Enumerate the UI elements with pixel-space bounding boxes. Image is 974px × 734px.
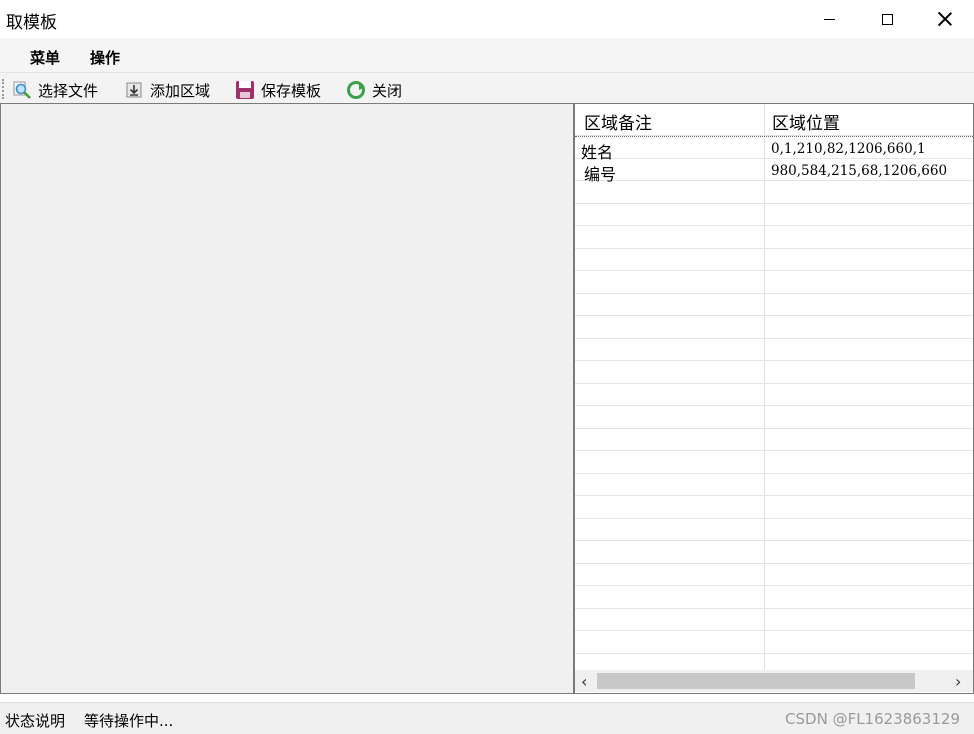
empty-row bbox=[575, 429, 973, 451]
status-bar: 状态说明 等待操作中... CSDN @FL1623863129 bbox=[0, 702, 974, 734]
empty-row bbox=[575, 249, 973, 271]
search-icon bbox=[12, 80, 32, 100]
header-region-position[interactable]: 区域位置 bbox=[772, 109, 840, 134]
cell-region-position[interactable]: 0,1,210,82,1206,660,1 bbox=[771, 141, 926, 157]
table-row[interactable]: 编号 980,584,215,68,1206,660 bbox=[575, 159, 973, 184]
empty-row bbox=[575, 384, 973, 406]
empty-row bbox=[575, 496, 973, 519]
menu-item-operations[interactable]: 操作 bbox=[90, 47, 120, 68]
save-icon bbox=[235, 80, 255, 100]
cell-region-position[interactable]: 980,584,215,68,1206,660 bbox=[771, 163, 947, 179]
empty-row bbox=[575, 519, 973, 541]
empty-row bbox=[575, 361, 973, 384]
region-table[interactable]: 区域备注 区域位置 姓名 0,1,210,82,1206,660,1 编号 98… bbox=[573, 103, 974, 694]
header-region-note[interactable]: 区域备注 bbox=[584, 109, 652, 134]
add-region-icon bbox=[124, 80, 144, 100]
add-region-button[interactable]: 添加区域 bbox=[124, 79, 210, 101]
close-icon bbox=[938, 12, 952, 26]
maximize-icon bbox=[881, 13, 893, 25]
empty-row bbox=[575, 316, 973, 339]
minimize-button[interactable] bbox=[800, 0, 858, 38]
image-preview-panel[interactable] bbox=[0, 103, 574, 694]
empty-row bbox=[575, 339, 973, 361]
refresh-arrow-icon bbox=[346, 80, 366, 100]
window-title: 取模板 bbox=[6, 13, 57, 33]
empty-row bbox=[575, 294, 973, 316]
scroll-left-icon[interactable]: ‹ bbox=[581, 672, 587, 691]
close-window-button[interactable] bbox=[916, 0, 974, 38]
scrollbar-thumb[interactable] bbox=[597, 673, 915, 689]
watermark-text: CSDN @FL1623863129 bbox=[785, 710, 960, 728]
menu-item-menu[interactable]: 菜单 bbox=[30, 47, 60, 68]
empty-row bbox=[575, 406, 973, 429]
empty-row bbox=[575, 204, 973, 226]
select-file-button[interactable]: 选择文件 bbox=[12, 79, 98, 101]
empty-row bbox=[575, 609, 973, 631]
empty-row bbox=[575, 541, 973, 564]
save-template-label: 保存模板 bbox=[261, 81, 322, 100]
save-template-button[interactable]: 保存模板 bbox=[235, 79, 321, 101]
select-file-label: 选择文件 bbox=[38, 81, 99, 100]
scroll-right-icon[interactable]: › bbox=[955, 672, 961, 691]
title-bar: 取模板 bbox=[0, 0, 974, 38]
close-label: 关闭 bbox=[372, 81, 403, 100]
toolbar-grip[interactable] bbox=[2, 79, 4, 99]
empty-row bbox=[575, 586, 973, 609]
minimize-icon bbox=[823, 18, 835, 20]
region-grid: 区域备注 区域位置 姓名 0,1,210,82,1206,660,1 编号 98… bbox=[575, 104, 973, 670]
maximize-button[interactable] bbox=[858, 0, 916, 38]
table-header: 区域备注 区域位置 bbox=[575, 104, 973, 136]
menu-bar: 菜单 操作 bbox=[0, 38, 974, 72]
empty-row bbox=[575, 181, 973, 204]
add-region-label: 添加区域 bbox=[150, 81, 211, 100]
empty-row bbox=[575, 451, 973, 474]
empty-row bbox=[575, 271, 973, 294]
horizontal-scrollbar[interactable]: ‹ › bbox=[575, 670, 973, 692]
toolbar: 选择文件 添加区域 保存模板 关闭 bbox=[0, 72, 974, 104]
empty-row bbox=[575, 226, 973, 249]
empty-row bbox=[575, 564, 973, 586]
empty-row bbox=[575, 631, 973, 654]
table-row[interactable]: 姓名 0,1,210,82,1206,660,1 bbox=[575, 136, 973, 162]
close-button[interactable]: 关闭 bbox=[346, 79, 402, 101]
status-text: 等待操作中... bbox=[84, 712, 174, 730]
status-label: 状态说明 bbox=[5, 712, 66, 730]
empty-row bbox=[575, 474, 973, 496]
